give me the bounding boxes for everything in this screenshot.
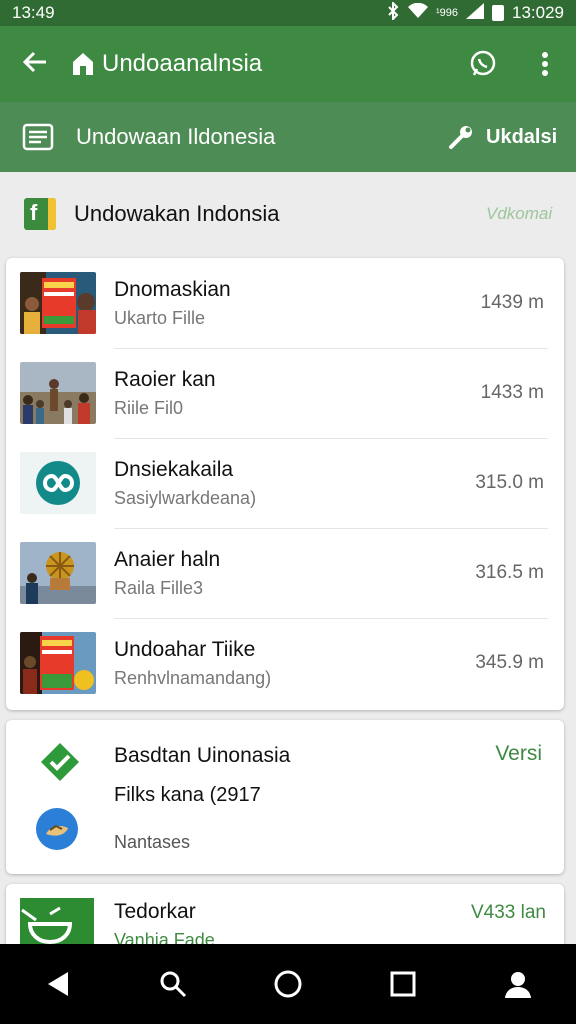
square-recents-icon bbox=[390, 971, 416, 997]
places-list-card: Dnomaskian Ukarto Fille 1439 m Raoier ka… bbox=[6, 258, 564, 710]
list-item[interactable]: Anaier haln Raila Fille3 316.5 m bbox=[6, 528, 564, 618]
info-card-subtitle: Nantases bbox=[114, 832, 191, 852]
list-item-title: Undoahar Tiike bbox=[114, 637, 256, 661]
list-item[interactable]: Dnsiekakaila Sasiylwarkdeana) 315.0 m bbox=[6, 438, 564, 528]
bluetooth-icon bbox=[386, 0, 400, 25]
app-title: Undoaanalnsia bbox=[102, 50, 263, 77]
document-icon bbox=[0, 122, 76, 152]
list-item-subtitle: Ukarto Fille bbox=[114, 307, 206, 328]
poster-thumbnail bbox=[20, 272, 96, 334]
list-item-distance: 1433 m bbox=[480, 382, 544, 403]
overflow-menu-button[interactable] bbox=[514, 51, 576, 77]
globe-icon bbox=[36, 808, 78, 850]
info-card: Basdtan Uinonasia Filks kana (2917 Nanta… bbox=[6, 720, 564, 874]
list-item-subtitle: Raila Fille3 bbox=[114, 577, 204, 598]
nav-search-button[interactable] bbox=[143, 954, 203, 1014]
list-item-distance: 1439 m bbox=[480, 292, 544, 313]
arrow-left-icon bbox=[22, 51, 46, 73]
sub-toolbar-title: Undowaan Ildonesia bbox=[76, 124, 276, 149]
partial-card-meta: V433 lan bbox=[470, 902, 546, 923]
wrench-icon bbox=[449, 126, 472, 149]
person-icon bbox=[505, 972, 532, 998]
list-item-subtitle: Sasiylwarkdeana) bbox=[114, 487, 257, 508]
version-link[interactable]: Versi bbox=[495, 742, 542, 766]
list-item[interactable]: Raoier kan Riile Fil0 1433 m bbox=[6, 348, 564, 438]
sub-toolbar-action[interactable]: Ukdalsi bbox=[486, 126, 576, 149]
section-header: f Undowakan Indonsia Vdkomai bbox=[0, 172, 576, 256]
list-item[interactable]: Undoahar Tiike Renhvlnamandang) 345.9 m bbox=[6, 618, 564, 708]
nav-profile-button[interactable] bbox=[488, 954, 548, 1014]
list-item-distance: 316.5 m bbox=[475, 562, 544, 583]
list-item-subtitle: Renhvlnamandang) bbox=[114, 667, 272, 688]
home-icon bbox=[70, 52, 96, 76]
more-vert-icon bbox=[542, 52, 548, 76]
network-label: ¹996 bbox=[435, 7, 458, 19]
nav-back-button[interactable] bbox=[28, 954, 88, 1014]
status-bar: 13:49 ¹996 13:029 bbox=[0, 0, 576, 26]
sub-toolbar: Undowaan Ildonesia Ukdalsi bbox=[0, 102, 576, 172]
system-nav-bar bbox=[0, 944, 576, 1024]
signal-icon bbox=[466, 2, 484, 24]
list-item-title: Raoier kan bbox=[114, 367, 216, 391]
search-icon bbox=[160, 971, 186, 998]
list-item-subtitle: Riile Fil0 bbox=[114, 397, 184, 418]
list-item-title: Dnsiekakaila bbox=[114, 457, 234, 481]
chat-bubble-icon bbox=[470, 50, 496, 76]
status-time: 13:49 bbox=[12, 3, 55, 22]
list-item-distance: 345.9 m bbox=[475, 652, 544, 673]
section-meta[interactable]: Vdkomai bbox=[486, 204, 576, 224]
list-item-title: Dnomaskian bbox=[114, 277, 231, 301]
app-bar: Undoaanalnsia bbox=[0, 26, 576, 102]
nav-home-button[interactable] bbox=[258, 954, 318, 1014]
info-card-title: Basdtan Uinonasia bbox=[114, 744, 291, 767]
info-card-line: Filks kana (2917 bbox=[114, 784, 261, 806]
infinity-logo-thumbnail bbox=[20, 452, 96, 514]
list-item-distance: 315.0 m bbox=[475, 472, 544, 493]
status-clock: 13:029 bbox=[512, 3, 564, 22]
app-logo-icon: f bbox=[24, 198, 56, 230]
wrench-button[interactable] bbox=[436, 124, 486, 150]
partial-card-title: Tedorkar bbox=[114, 900, 196, 923]
triangle-back-icon bbox=[47, 972, 68, 996]
wifi-icon bbox=[407, 2, 428, 24]
crowd-photo-thumbnail bbox=[20, 362, 96, 424]
list-item-title: Anaier haln bbox=[114, 547, 221, 571]
section-title: Undowakan Indonsia bbox=[74, 201, 280, 226]
check-diamond-icon bbox=[40, 742, 80, 782]
sculpture-photo-thumbnail bbox=[20, 542, 96, 604]
circle-home-icon bbox=[274, 970, 302, 998]
list-item[interactable]: Dnomaskian Ukarto Fille 1439 m bbox=[6, 258, 564, 348]
whatsapp-button[interactable] bbox=[452, 49, 514, 79]
nav-recents-button[interactable] bbox=[373, 954, 433, 1014]
battery-icon bbox=[492, 5, 504, 21]
poster-thumbnail-2 bbox=[20, 632, 96, 694]
back-button[interactable] bbox=[0, 47, 70, 81]
